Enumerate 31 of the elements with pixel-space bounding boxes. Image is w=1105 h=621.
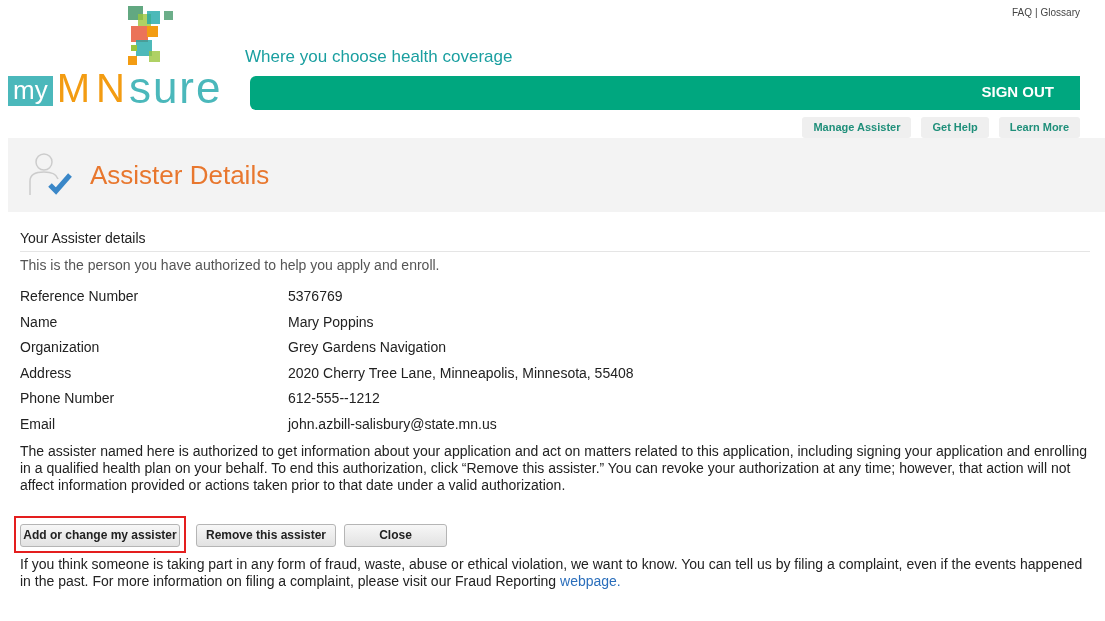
detail-label: Name: [20, 312, 59, 332]
logo-text: MN: [56, 70, 131, 106]
page-title: Assister Details: [90, 158, 270, 192]
logo-text: my: [8, 76, 53, 106]
nav-button[interactable]: Learn More: [998, 116, 1080, 138]
detail-label: Organization: [20, 338, 101, 358]
detail-label: Email: [20, 414, 56, 434]
detail-label: Phone Number: [20, 389, 116, 409]
action-button[interactable]: Close: [344, 523, 447, 547]
separator: |: [1034, 6, 1038, 20]
action-button[interactable]: Add or change my assister: [20, 523, 180, 547]
nav-button[interactable]: Get Help: [921, 116, 989, 138]
detail-label: Address: [20, 363, 73, 383]
detail-value: 2020 Cherry Tree Lane, Minneapolis, Minnesota, 55408: [288, 363, 634, 383]
faq-link[interactable]: FAQ: [1011, 5, 1032, 20]
fraud-note: If you think someone is taking part in any form of fraud, waste, abuse or ethical violation, we want to know. You can tell us by filing a complaint, even if the events happened in the past. For more information on filing a complaint, please visit our Fraud Reporting webpage.: [20, 555, 1084, 590]
action-button[interactable]: Remove this assister: [196, 523, 336, 547]
authorization-note: The assister named here is authorized to get information about your application and act on matters related to this application, including signing your application and enrolling in a qualified health plan on your behalf. To end this authorization, click “Remove this assister.” You can revoke your authorization at any time; however, that action will not affect information provided or actions taken prior to that date under a valid authorization.: [20, 443, 1088, 494]
detail-value: Mary Poppins: [288, 312, 374, 332]
section-heading: Your Assister details: [20, 228, 1090, 252]
detail-value: john.azbill-salisbury@state.mn.us: [288, 414, 497, 434]
section-intro: This is the person you have authorized to help you apply and enroll.: [20, 256, 441, 275]
fraud-webpage-link[interactable]: webpage.: [560, 572, 621, 589]
detail-value: 5376769: [288, 287, 343, 307]
detail-label: Reference Number: [20, 287, 140, 307]
detail-value: Grey Gardens Navigation: [288, 338, 446, 358]
logo-text: sure: [128, 70, 223, 106]
glossary-link[interactable]: Glossary: [1040, 5, 1080, 20]
detail-value: 612-555--1212: [288, 389, 380, 409]
nav-button[interactable]: Manage Assister: [802, 116, 912, 138]
tagline: Where you choose health coverage: [245, 46, 514, 68]
